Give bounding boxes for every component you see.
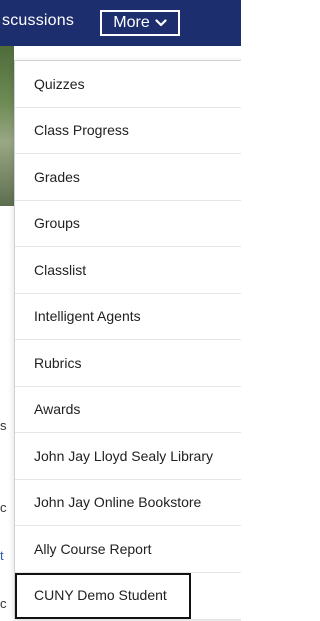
background-text-fragment: s — [0, 418, 7, 433]
menu-item-groups[interactable]: Groups — [15, 201, 241, 247]
menu-item-intelligent-agents[interactable]: Intelligent Agents — [15, 294, 241, 340]
course-navbar: scussions More — [0, 0, 241, 46]
more-menu-button[interactable]: More — [100, 10, 180, 36]
background-banner-image — [0, 46, 14, 206]
page: scussions More s c t c Quizzes Class Pro… — [0, 0, 241, 621]
menu-item-quizzes[interactable]: Quizzes — [15, 61, 241, 108]
more-button-label: More — [113, 14, 150, 31]
menu-item-awards[interactable]: Awards — [15, 387, 241, 433]
background-link-fragment[interactable]: t — [0, 548, 4, 563]
nav-item-discussions[interactable]: scussions — [2, 12, 74, 30]
menu-item-class-progress[interactable]: Class Progress — [15, 108, 241, 154]
background-text-fragment: c — [0, 500, 7, 515]
menu-item-rubrics[interactable]: Rubrics — [15, 340, 241, 387]
menu-item-cuny-demo-student[interactable]: CUNY Demo Student — [15, 572, 191, 619]
menu-item-ally-course-report[interactable]: Ally Course Report — [15, 526, 241, 573]
menu-item-grades[interactable]: Grades — [15, 154, 241, 201]
menu-item-bookstore[interactable]: John Jay Online Bookstore — [15, 480, 241, 526]
dropdown-caret — [122, 46, 142, 60]
background-text-fragment: c — [0, 596, 7, 611]
more-dropdown-menu: Quizzes Class Progress Grades Groups Cla… — [14, 60, 241, 619]
chevron-down-icon — [155, 19, 167, 27]
menu-item-classlist[interactable]: Classlist — [15, 247, 241, 294]
menu-item-library[interactable]: John Jay Lloyd Sealy Library — [15, 433, 241, 480]
